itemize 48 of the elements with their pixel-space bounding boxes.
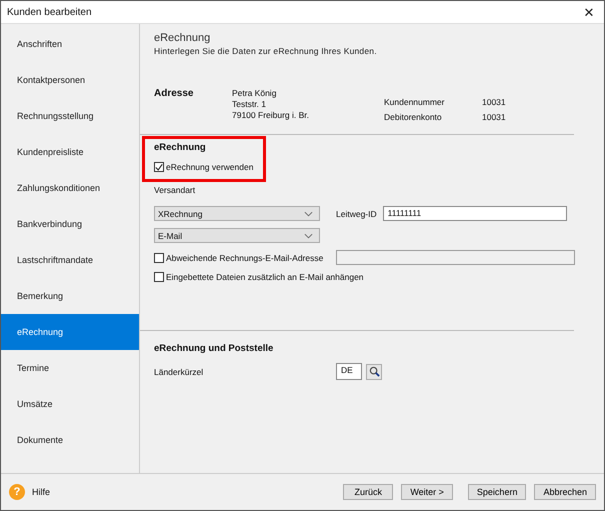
sidebar-item[interactable]: Zahlungskonditionen — [1, 170, 139, 206]
sidebar-item[interactable]: Dokumente — [1, 422, 139, 458]
close-button[interactable]: ✕ — [574, 1, 604, 23]
sidebar-item[interactable]: Anschriften — [1, 26, 139, 62]
page-title: eRechnung — [154, 32, 212, 44]
field-label: Kundennummer — [384, 97, 446, 107]
section-title: eRechnung — [154, 142, 207, 153]
footer-button[interactable]: Zurück — [343, 484, 394, 500]
sidebar-item[interactable]: Kundenpreisliste — [1, 134, 139, 170]
chevron-icon — [304, 210, 313, 216]
checkbox[interactable] — [154, 272, 164, 282]
address-line: Teststr. 1 — [232, 99, 268, 110]
sidebar-item[interactable]: Termine — [1, 350, 139, 386]
window-title: Kunden bearbeiten — [7, 6, 92, 18]
sidebar-item[interactable]: Rechnungsstellung — [1, 98, 139, 134]
footer-button[interactable]: Speichern — [468, 484, 526, 500]
checkbox[interactable] — [154, 162, 164, 172]
sidebar-item[interactable]: Bemerkung — [1, 278, 139, 314]
address-line: Petra König — [232, 88, 278, 99]
format-dropdown[interactable]: XRechnung — [154, 206, 320, 221]
footer-button[interactable]: Abbrechen — [534, 484, 596, 500]
sidebar-item[interactable]: Lastschriftmandate — [1, 242, 139, 278]
field-value: 10031 — [482, 97, 506, 107]
checkbox-label: Abweichende Rechnungs-E-Mail-Adresse — [166, 252, 324, 262]
address-label: Adresse — [154, 88, 194, 101]
help-link[interactable]: Hilfe — [32, 487, 50, 497]
channel-dropdown[interactable]: E-Mail — [154, 228, 320, 243]
field-label: Debitorenkonto — [384, 112, 443, 122]
field-value: 10031 — [482, 112, 506, 122]
footer-button[interactable]: Weiter > — [401, 484, 453, 500]
leitweg-field[interactable]: 11111111 — [382, 206, 567, 221]
checkbox-label: Eingebettete Dateien zusätzlich an E-Mail anhängen — [166, 272, 364, 282]
email-field[interactable] — [336, 250, 575, 265]
sidebar-item[interactable]: Bankverbindung — [1, 206, 139, 242]
versandart-label: Versandart — [154, 185, 196, 195]
country-label: Länderkürzel — [154, 366, 204, 376]
checkbox[interactable] — [154, 252, 164, 262]
sidebar-item[interactable]: Kontaktpersonen — [1, 62, 139, 98]
address-line: 79100 Freiburg i. Br. — [232, 110, 310, 121]
section-title: eRechnung und Poststelle — [154, 343, 274, 354]
sidebar-item[interactable]: eRechnung — [1, 314, 139, 350]
checkbox-label: eRechnung verwenden — [166, 162, 254, 172]
country-field[interactable]: DE — [336, 363, 362, 380]
sidebar-item[interactable]: Umsätze — [1, 386, 139, 422]
search-button[interactable] — [366, 364, 382, 380]
leitweg-label: Leitweg-ID — [336, 208, 377, 218]
chevron-icon — [304, 232, 313, 238]
page-subtitle: Hinterlegen Sie die Daten zur eRechnung Ihres Kunden. — [154, 46, 378, 56]
